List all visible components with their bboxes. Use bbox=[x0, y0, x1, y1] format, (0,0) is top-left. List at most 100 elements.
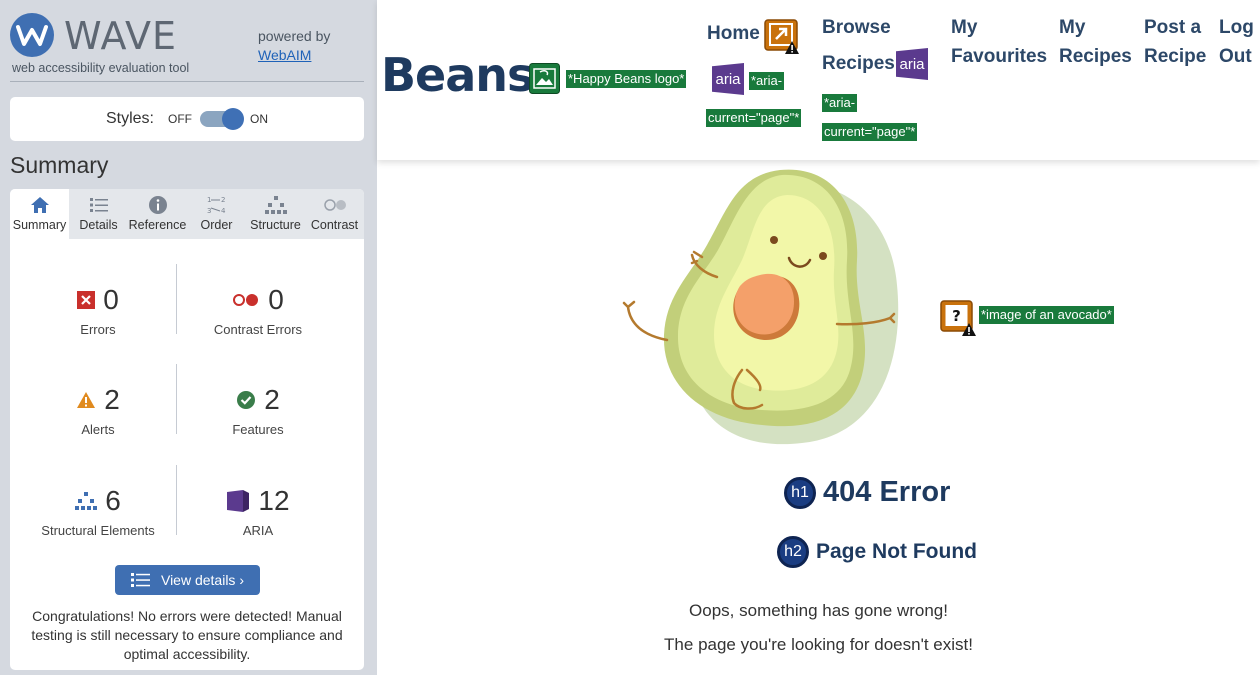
order-icon: 1 2 3 4 bbox=[207, 196, 226, 215]
aria-label: ARIA bbox=[242, 523, 274, 538]
tab-label: Reference bbox=[128, 218, 187, 232]
nav-label: Log bbox=[1219, 17, 1254, 38]
aria-current-note: current="page"* bbox=[706, 109, 802, 127]
summary-heading: Summary bbox=[10, 152, 109, 178]
view-details-label: View details › bbox=[160, 572, 244, 588]
errors-label: Errors bbox=[80, 322, 116, 337]
tab-structure[interactable]: Structure bbox=[246, 189, 305, 239]
styles-toggle-box: Styles: OFF ON bbox=[10, 97, 364, 141]
tab-summary[interactable]: Summary bbox=[10, 189, 69, 239]
nav-log-out[interactable]: Log Out bbox=[1219, 13, 1254, 71]
svg-text:2: 2 bbox=[221, 196, 225, 204]
aria-count: 12 bbox=[258, 485, 290, 516]
stat-structural[interactable]: 6 Structural Elements bbox=[18, 485, 178, 538]
tab-details[interactable]: Details bbox=[69, 189, 128, 239]
aria-current-note: current="page"* bbox=[822, 123, 918, 141]
contrast-error-icon bbox=[233, 294, 259, 306]
svg-text:3: 3 bbox=[207, 207, 211, 215]
nav-label: Recipe bbox=[1144, 46, 1207, 67]
powered-by-label: powered by bbox=[258, 28, 331, 44]
styles-label: Styles: bbox=[105, 110, 154, 127]
tab-reference[interactable]: Reference bbox=[128, 189, 187, 239]
nav-label: Recipes bbox=[1059, 46, 1132, 67]
nav-label: Favourites bbox=[951, 46, 1048, 67]
styles-off-label: OFF bbox=[168, 112, 192, 126]
nav-my-recipes[interactable]: My Recipes bbox=[1059, 13, 1132, 71]
tab-label: Contrast bbox=[310, 218, 359, 232]
list-icon bbox=[130, 573, 150, 587]
list-icon bbox=[89, 198, 108, 212]
stat-errors[interactable]: 0 Errors bbox=[18, 284, 178, 337]
image-link-icon bbox=[529, 63, 560, 94]
tab-order[interactable]: 1 2 3 4 Order bbox=[187, 189, 246, 239]
aria-current-note: *aria- bbox=[749, 72, 785, 90]
tab-bar: Summary Details Reference 1 2 3 4 Order Str… bbox=[10, 189, 364, 239]
h2-row: h2 Page Not Found bbox=[777, 536, 977, 568]
nav-label: Out bbox=[1219, 46, 1252, 67]
nav-label: My bbox=[951, 17, 978, 38]
svg-text:1: 1 bbox=[207, 196, 211, 204]
alert-icon bbox=[77, 392, 96, 408]
stat-contrast-errors[interactable]: 0 Contrast Errors bbox=[178, 284, 338, 337]
wave-logo-icon bbox=[10, 13, 54, 57]
wave-title: WAVE bbox=[64, 14, 178, 58]
styles-on-label: ON bbox=[250, 112, 268, 126]
error-icon bbox=[77, 291, 96, 309]
nav-label: Browse bbox=[822, 17, 891, 38]
tab-label: Summary bbox=[12, 218, 67, 232]
h2-badge-icon: h2 bbox=[777, 536, 809, 568]
view-details-button[interactable]: View details › bbox=[115, 565, 260, 595]
contrast-errors-count: 0 bbox=[268, 284, 284, 315]
tab-label: Order bbox=[200, 218, 233, 232]
h1-row: h1 404 Error bbox=[784, 476, 950, 509]
structural-count: 6 bbox=[105, 485, 121, 516]
nav-post-recipe[interactable]: Post a Recipe bbox=[1144, 13, 1206, 71]
tab-label: Structure bbox=[250, 218, 301, 232]
info-icon bbox=[148, 196, 167, 214]
errors-count: 0 bbox=[103, 284, 119, 315]
summary-panel: Summary Details Reference 1234 Order Str… bbox=[10, 189, 364, 670]
structural-label: Structural Elements bbox=[41, 523, 155, 538]
nav-browse-recipes[interactable]: Browse Recipes bbox=[822, 13, 895, 78]
suspicious-alt-alert-icon: ? bbox=[940, 300, 976, 336]
page-title: 404 Error bbox=[823, 476, 951, 508]
avocado-image bbox=[622, 169, 899, 445]
stat-features[interactable]: 2 Features bbox=[178, 384, 338, 437]
wave-sidebar: WAVE web accessibility evaluation tool p… bbox=[0, 0, 377, 675]
contrast-icon bbox=[323, 199, 346, 211]
aria-icon bbox=[227, 490, 250, 512]
svg-text:4: 4 bbox=[221, 207, 226, 215]
nav-label: Recipes bbox=[822, 53, 895, 74]
toggle-knob[interactable] bbox=[222, 108, 244, 130]
redundant-link-alert-icon bbox=[764, 19, 799, 54]
nav-label: My bbox=[1059, 17, 1086, 38]
logo-alt-note: *Happy Beans logo* bbox=[566, 70, 687, 88]
features-label: Features bbox=[232, 422, 284, 437]
structure-icon bbox=[75, 492, 98, 510]
stat-aria[interactable]: 12 ARIA bbox=[178, 485, 338, 538]
aria-current-note: *aria- bbox=[822, 94, 858, 112]
error-message-line2: The page you're looking for doesn't exis… bbox=[664, 635, 973, 654]
page-content: Beans *Happy Beans logo* Home aria *aria… bbox=[377, 0, 1260, 675]
tab-contrast[interactable]: Contrast bbox=[305, 189, 364, 239]
aria-icon: aria bbox=[712, 63, 744, 95]
feature-check-icon bbox=[237, 391, 256, 409]
nav-my-favourites[interactable]: My Favourites bbox=[951, 13, 1047, 71]
styles-toggle[interactable] bbox=[200, 108, 244, 130]
divider bbox=[10, 81, 364, 82]
alerts-label: Alerts bbox=[81, 422, 115, 437]
avocado-alt-note: *image of an avocado* bbox=[979, 306, 1114, 324]
aria-icon: aria bbox=[896, 48, 928, 80]
powered-by: powered by WebAIM bbox=[258, 27, 330, 65]
h1-badge-icon: h1 bbox=[784, 476, 816, 509]
congrats-message: Congratulations! No errors were detected… bbox=[31, 608, 343, 662]
nav-home[interactable]: Home bbox=[707, 19, 760, 48]
contrast-errors-label: Contrast Errors bbox=[213, 322, 303, 337]
brand-logo[interactable]: Beans bbox=[381, 48, 534, 102]
stat-alerts[interactable]: 2 Alerts bbox=[18, 384, 178, 437]
webaim-link[interactable]: WebAIM bbox=[258, 47, 311, 63]
wave-subtitle: web accessibility evaluation tool bbox=[12, 61, 190, 75]
features-count: 2 bbox=[264, 384, 280, 415]
nav-label: Post a bbox=[1144, 17, 1202, 38]
tab-label: Details bbox=[79, 218, 118, 232]
